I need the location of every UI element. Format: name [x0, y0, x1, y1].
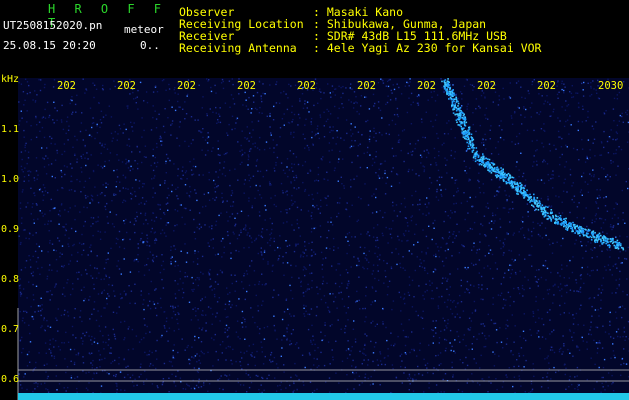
time-tick: 202 [57, 80, 76, 92]
y-tick-label: 0.9 [1, 224, 20, 235]
unit-label: kHz [1, 74, 20, 85]
spectrogram [17, 78, 629, 400]
time-tick: 202 [177, 80, 196, 92]
time-tick: 202 [417, 80, 436, 92]
time-tick: 202 [357, 80, 376, 92]
power-band [18, 393, 629, 400]
y-tick-label: 1.0 [1, 174, 20, 185]
time-tick: 202 [237, 80, 256, 92]
y-tick-label: 0.7 [1, 324, 20, 335]
time-tick: 202 [537, 80, 556, 92]
y-tick-label: 1.1 [1, 124, 20, 135]
time-tick: 202 [117, 80, 136, 92]
time-tick: 202 [297, 80, 316, 92]
time-tick: 202 [477, 80, 496, 92]
y-tick-label: 0.8 [1, 274, 20, 285]
y-tick-label: 0.6 [1, 374, 20, 385]
time-tick: 2030 [598, 80, 624, 92]
spectrogram-background [18, 78, 629, 400]
